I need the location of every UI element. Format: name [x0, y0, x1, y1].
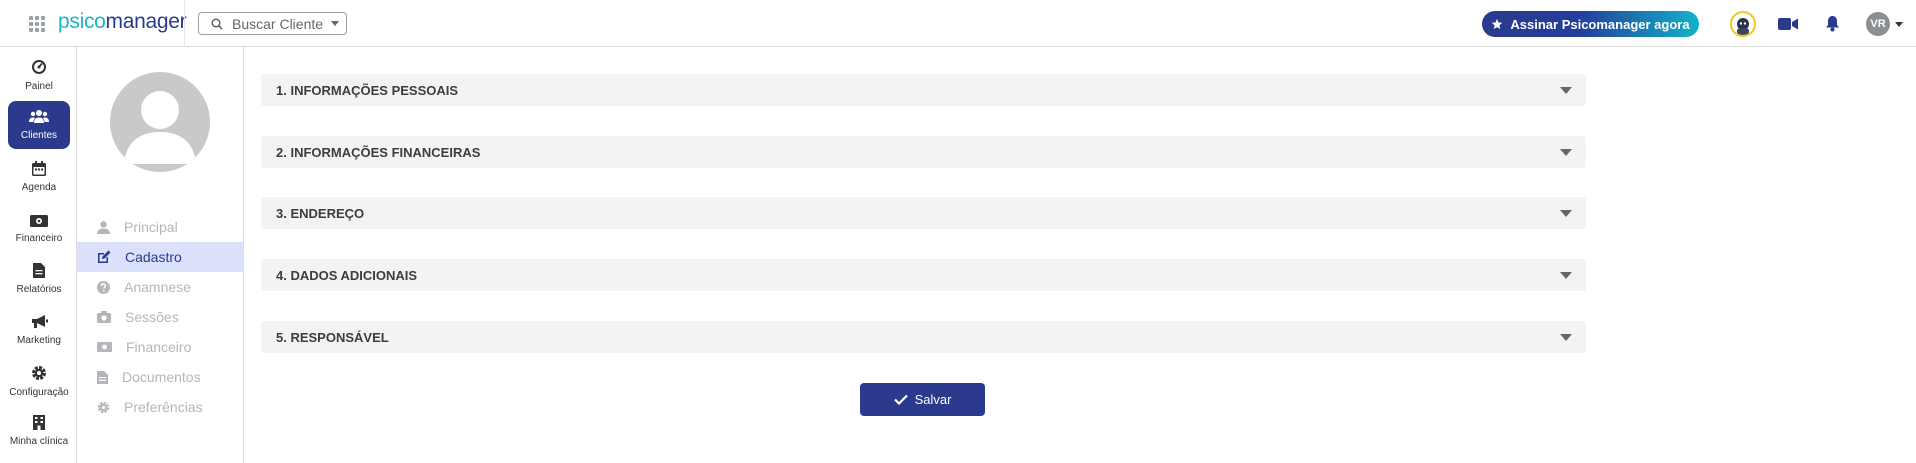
client-nav-label: Financeiro: [126, 339, 192, 355]
file-icon: [97, 370, 108, 384]
sidebar-item-label: Configuração: [9, 386, 69, 398]
logo-part1: psico: [58, 10, 106, 33]
sidebar-item-configuracao[interactable]: Configuração: [8, 357, 70, 405]
client-nav-label: Preferências: [124, 399, 203, 415]
sidebar-item-label: Relatórios: [16, 284, 62, 295]
save-label: Salvar: [914, 392, 952, 407]
sidebar-item-relatorios[interactable]: Relatórios: [8, 255, 70, 303]
client-nav-principal[interactable]: Principal: [77, 212, 243, 242]
caret-down-icon: [1560, 87, 1572, 94]
logo-part2: manager: [105, 10, 187, 33]
sidebar-item-clientes[interactable]: Clientes: [8, 101, 70, 149]
section-title: 2. INFORMAÇÕES FINANCEIRAS: [276, 144, 481, 160]
client-nav-sessoes[interactable]: Sessões: [77, 302, 243, 332]
client-nav-label: Principal: [124, 219, 178, 235]
gauge-icon: [32, 59, 46, 74]
question-icon: [97, 280, 110, 294]
sidebar-item-financeiro[interactable]: Financeiro: [8, 205, 70, 253]
search-label: Buscar Cliente: [232, 15, 324, 32]
sidebar-item-minha-clinica[interactable]: Minha clínica: [8, 407, 70, 455]
section-title: 3. ENDEREÇO: [276, 205, 365, 221]
camera-icon: [97, 311, 111, 323]
client-nav-financeiro[interactable]: Financeiro: [77, 332, 243, 362]
app-logo[interactable]: psicomanager: [58, 10, 187, 34]
star-icon: [1492, 19, 1503, 29]
client-nav-cadastro[interactable]: Cadastro: [77, 242, 243, 272]
check-icon: [893, 394, 908, 405]
top-bar: psicomanager Buscar Cliente Assinar Psic…: [0, 0, 1916, 47]
section-title: 1. INFORMAÇÕES PESSOAIS: [276, 82, 459, 98]
calendar-icon: [32, 161, 46, 176]
apps-grid-icon[interactable]: [29, 16, 45, 32]
sidebar-item-label: Painel: [25, 80, 53, 92]
users-icon: [29, 110, 49, 123]
client-nav-documentos[interactable]: Documentos: [77, 362, 243, 392]
sidebar-item-label: Financeiro: [15, 232, 63, 244]
bell-icon[interactable]: [1825, 15, 1840, 32]
sidebar-item-painel[interactable]: Painel: [8, 51, 70, 99]
sidebar-item-label: Agenda: [21, 182, 57, 193]
chevron-down-icon: [331, 21, 340, 26]
user-avatar[interactable]: VR: [1866, 12, 1890, 36]
client-search-dropdown[interactable]: Buscar Cliente: [198, 12, 347, 35]
gear-icon: [32, 365, 46, 380]
megaphone-icon: [31, 315, 48, 328]
section-dados-adicionais[interactable]: 4. DADOS ADICIONAIS: [261, 259, 1586, 291]
section-responsavel[interactable]: 5. RESPONSÁVEL: [261, 321, 1586, 353]
client-nav-label: Cadastro: [125, 249, 182, 265]
document-icon: [33, 263, 45, 278]
save-button[interactable]: Salvar: [860, 383, 985, 416]
sidebar-item-agenda[interactable]: Agenda: [8, 153, 70, 201]
caret-down-icon: [1560, 149, 1572, 156]
caret-down-icon: [1560, 210, 1572, 217]
subscribe-button[interactable]: Assinar Psicomanager agora: [1482, 11, 1699, 37]
client-nav-preferencias[interactable]: Preferências: [77, 392, 243, 422]
section-informacoes-pessoais[interactable]: 1. INFORMAÇÕES PESSOAIS: [261, 74, 1586, 106]
section-informacoes-financeiras[interactable]: 2. INFORMAÇÕES FINANCEIRAS: [261, 136, 1586, 168]
client-nav-anamnese[interactable]: Anamnese: [77, 272, 243, 302]
client-sidebar: Principal Cadastro Anamnese Sessões Fina…: [77, 47, 244, 463]
search-icon: [211, 17, 223, 30]
user-icon: [97, 220, 110, 234]
user-silhouette-icon: [124, 91, 196, 164]
gear-icon: [97, 401, 110, 413]
main-sidebar: Painel Clientes Agenda Financeiro Relató…: [0, 47, 77, 463]
client-photo-placeholder[interactable]: [110, 72, 210, 172]
header-divider: [184, 0, 185, 47]
client-nav-label: Documentos: [122, 369, 201, 385]
client-nav-label: Sessões: [125, 309, 179, 325]
money-icon: [97, 342, 112, 352]
section-title: 4. DADOS ADICIONAIS: [276, 267, 418, 283]
sidebar-item-marketing[interactable]: Marketing: [8, 306, 70, 354]
building-icon: [33, 415, 45, 430]
client-nav-label: Anamnese: [124, 279, 191, 295]
section-title: 5. RESPONSÁVEL: [276, 329, 389, 345]
chevron-down-icon[interactable]: [1895, 22, 1903, 27]
caret-down-icon: [1560, 272, 1572, 279]
video-call-icon[interactable]: [1778, 16, 1798, 32]
money-icon: [30, 214, 48, 227]
section-endereco[interactable]: 3. ENDEREÇO: [261, 197, 1586, 229]
subscribe-label: Assinar Psicomanager agora: [1510, 16, 1690, 32]
assistant-avatar-icon[interactable]: [1730, 11, 1756, 37]
sidebar-item-label: Clientes: [20, 130, 58, 141]
caret-down-icon: [1560, 334, 1572, 341]
edit-icon: [98, 250, 111, 263]
sidebar-item-label: Marketing: [17, 335, 61, 346]
sidebar-item-label: Minha clínica: [9, 436, 69, 447]
user-initials: VR: [1870, 18, 1886, 30]
